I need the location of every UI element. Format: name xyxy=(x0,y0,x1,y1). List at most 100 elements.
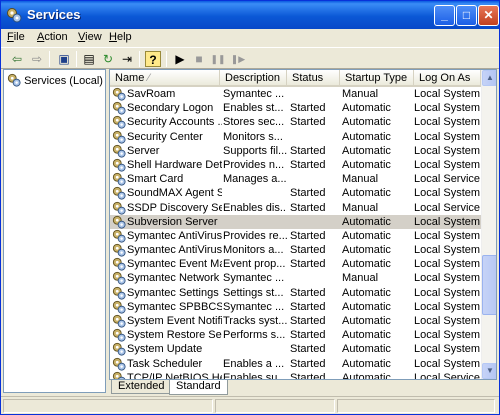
console-tree: Services (Local) xyxy=(3,69,106,393)
status-bar xyxy=(1,396,499,414)
service-log-on-as: Local System xyxy=(414,102,481,115)
column-status[interactable]: Status xyxy=(287,70,340,87)
service-startup-type: Automatic xyxy=(342,187,391,200)
pause-service-icon[interactable]: ❚❚ xyxy=(210,51,226,67)
table-row[interactable]: System Update Started Automatic Local Syste… xyxy=(110,342,481,356)
tree-item-services-local[interactable]: Services (Local) xyxy=(7,73,103,87)
table-row[interactable]: System Restore Ser...Performs s... Starte… xyxy=(110,328,481,342)
table-row[interactable]: Symantec Settings ... Settings st... Start… xyxy=(110,286,481,300)
service-name: System Update xyxy=(112,342,222,356)
scroll-up-button[interactable]: ▲ xyxy=(482,70,496,86)
service-log-on-as: Local System xyxy=(414,229,481,242)
table-row[interactable]: Shell Hardware Det... Provides n... Starte… xyxy=(110,158,481,172)
service-name-label: Security Accounts ... xyxy=(127,116,222,129)
menu-view[interactable]: View xyxy=(78,31,102,43)
menu-action[interactable]: Action xyxy=(37,31,68,43)
service-startup-type: Automatic xyxy=(342,116,391,129)
table-row[interactable]: Secondary Logon Enables st... Started Autom… xyxy=(110,101,481,115)
status-pane xyxy=(337,399,495,413)
column-startup-type[interactable]: Startup Type xyxy=(340,70,414,87)
service-startup-type: Automatic xyxy=(342,258,391,271)
service-description: Monitors s... xyxy=(223,130,283,143)
column-name[interactable]: Name ⁄ xyxy=(110,70,220,87)
table-row[interactable]: Symantec AntiVirus ...Monitors a... Start… xyxy=(110,243,481,257)
service-name-label: System Update xyxy=(127,343,203,356)
table-row[interactable]: Symantec Network ... Symantec ... Manual Lo… xyxy=(110,271,481,285)
service-log-on-as: Local System xyxy=(414,258,481,271)
service-description: Supports fil... xyxy=(223,144,287,157)
close-button[interactable]: ✕ xyxy=(478,5,499,26)
service-status: Started xyxy=(290,158,326,171)
service-description: Settings st... xyxy=(223,286,284,299)
service-gears-icon xyxy=(112,173,126,186)
service-status: Started xyxy=(290,187,326,200)
table-row[interactable]: Symantec Event Ma...Event prop... Started… xyxy=(110,257,481,271)
scroll-thumb[interactable] xyxy=(482,255,496,315)
restart-service-icon[interactable]: ❚▶ xyxy=(230,51,246,67)
service-status: Started xyxy=(290,102,326,115)
properties-icon[interactable]: ▤ xyxy=(81,51,97,67)
service-name-label: Symantec Network ... xyxy=(127,272,222,285)
menu-file[interactable]: File xyxy=(7,31,25,43)
service-name-label: Security Center xyxy=(127,130,203,143)
services-list: Name ⁄ Description Status Startup Type L… xyxy=(109,69,497,380)
service-startup-type: Automatic xyxy=(342,144,391,157)
service-description: Provides re... xyxy=(223,229,287,242)
service-gears-icon xyxy=(112,87,126,101)
vertical-scrollbar[interactable]: ▲ ▼ xyxy=(481,70,496,379)
table-row[interactable]: Server Supports fil... Started Automatic Loc… xyxy=(110,144,481,158)
table-row[interactable]: TCP/IP NetBIOS Hel...Enables su...Starte… xyxy=(110,371,481,380)
service-gears-icon xyxy=(112,314,126,328)
tab-extended[interactable]: Extended xyxy=(111,380,172,394)
service-startup-type: Automatic xyxy=(342,315,391,327)
minimize-button[interactable]: _ xyxy=(434,5,455,26)
service-startup-type: Automatic xyxy=(342,357,391,370)
service-gears-icon xyxy=(112,144,126,158)
service-name-label: TCP/IP NetBIOS Hel... xyxy=(127,371,222,380)
refresh-icon[interactable]: ↻ xyxy=(100,51,116,67)
table-row[interactable]: Subversion Server Automatic Local System xyxy=(110,214,481,229)
scroll-down-button[interactable]: ▼ xyxy=(482,363,496,379)
service-gears-icon xyxy=(112,229,126,243)
service-description: Symantec ... xyxy=(223,300,285,313)
table-row[interactable]: SavRoam Symantec ... Manual Local System xyxy=(110,87,481,101)
service-status: Started xyxy=(290,244,326,257)
export-list-icon[interactable]: ⇥ xyxy=(119,51,135,67)
table-row[interactable]: Symantec AntiVirus Provides re... Started A… xyxy=(110,229,481,243)
show-hide-console-tree-icon[interactable]: ▣ xyxy=(56,51,72,67)
column-log-on-as[interactable]: Log On As xyxy=(414,70,481,87)
table-row[interactable]: Smart Card Manages a... Manual Local Servic… xyxy=(110,172,481,186)
help-icon[interactable]: ? xyxy=(145,51,161,67)
tab-standard[interactable]: Standard xyxy=(169,380,228,395)
stop-service-icon[interactable]: ■ xyxy=(191,51,207,67)
table-row[interactable]: SoundMAX Agent S... Started Automatic Local… xyxy=(110,186,481,200)
column-description[interactable]: Description xyxy=(220,70,287,87)
back-arrow-icon[interactable]: ⇦ xyxy=(9,51,25,67)
forward-arrow-icon[interactable]: ⇨ xyxy=(29,51,45,67)
service-startup-type: Manual xyxy=(342,272,379,285)
table-row[interactable]: System Event Notifi... Tracks syst... Star… xyxy=(110,314,481,328)
service-name-label: Symantec Settings ... xyxy=(127,286,222,299)
service-startup-type: Automatic xyxy=(342,158,391,171)
service-name-label: Subversion Server xyxy=(127,215,218,228)
service-gears-icon xyxy=(112,215,126,229)
service-name-label: SavRoam xyxy=(127,88,176,100)
sort-indicator-icon: ⁄ xyxy=(148,72,150,84)
service-gears-icon xyxy=(112,343,126,356)
service-name-label: Symantec AntiVirus xyxy=(127,229,222,242)
service-log-on-as: Local System xyxy=(414,357,481,370)
start-service-icon[interactable]: ▶ xyxy=(172,51,188,67)
table-row[interactable]: Symantec SPBBCSvcSymantec ... Started Auto… xyxy=(110,300,481,314)
maximize-button[interactable]: □ xyxy=(456,5,477,26)
services-window: Services _ □ ✕ File Action View Help ⇦ ⇨… xyxy=(0,0,500,415)
service-log-on-as: Local System xyxy=(414,244,481,257)
table-row[interactable]: SSDP Discovery Ser...Enables dis...Start… xyxy=(110,201,481,215)
menu-help[interactable]: Help xyxy=(109,31,132,43)
table-row[interactable]: Security Center Monitors s... Automatic Loc… xyxy=(110,130,481,144)
table-row[interactable]: Security Accounts ... Stores sec... Starte… xyxy=(110,115,481,129)
gears-icon xyxy=(7,73,21,87)
service-description: Enables st... xyxy=(223,102,284,115)
service-status: Started xyxy=(290,300,326,313)
title-bar[interactable]: Services _ □ ✕ xyxy=(1,1,499,29)
table-row[interactable]: Task Scheduler Enables a ... Started Automa… xyxy=(110,357,481,371)
